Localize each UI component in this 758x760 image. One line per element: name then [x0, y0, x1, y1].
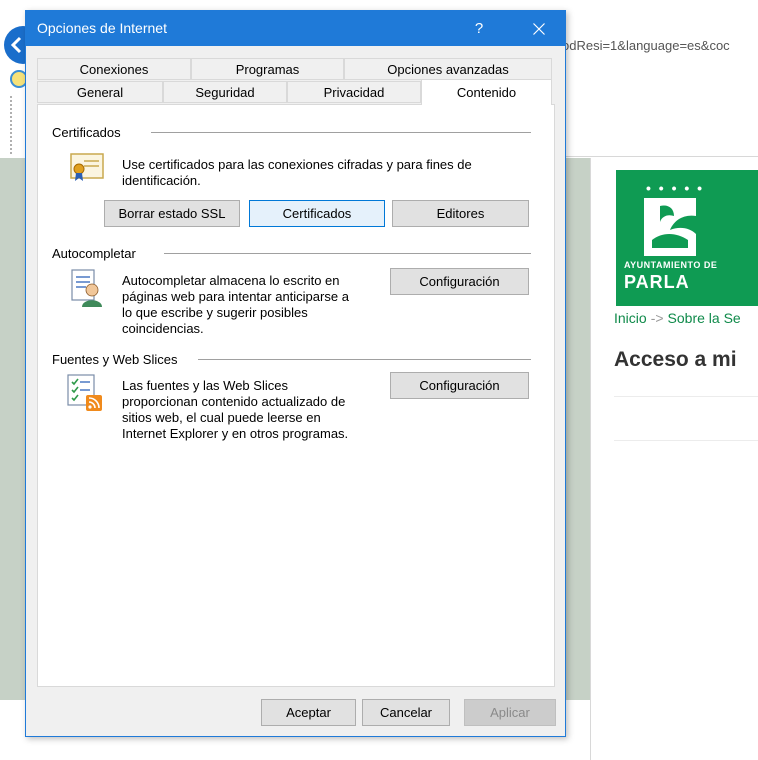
- toolbar-divider: [556, 156, 758, 157]
- close-icon: [533, 22, 545, 35]
- certificates-group-label: Certificados: [52, 125, 121, 140]
- tab-contenido[interactable]: Contenido: [421, 79, 552, 105]
- feeds-settings-button[interactable]: Configuración: [390, 372, 529, 399]
- certificates-button[interactable]: Certificados: [249, 200, 385, 227]
- autocomplete-user-icon: [71, 269, 102, 307]
- parla-logo[interactable]: • • • • • AYUNTAMIENTO DE PARLA: [616, 170, 758, 306]
- certificates-group-line: [151, 132, 531, 133]
- feeds-group-label: Fuentes y Web Slices: [52, 352, 178, 367]
- logo-name: PARLA: [624, 272, 690, 292]
- internet-options-dialog: Opciones de Internet ? Conexiones Progra…: [25, 10, 566, 737]
- tab-seguridad[interactable]: Seguridad: [163, 81, 287, 103]
- feeds-description: Las fuentes y las Web Slices proporciona…: [122, 378, 349, 441]
- tab-privacidad[interactable]: Privacidad: [287, 81, 421, 103]
- apply-button[interactable]: Aplicar: [464, 699, 556, 726]
- autocomplete-group-label: Autocompletar: [52, 246, 136, 261]
- content-divider: [614, 396, 758, 397]
- close-button[interactable]: [516, 11, 562, 46]
- page-heading: Acceso a mi: [614, 348, 737, 371]
- tab-opciones-avanzadas[interactable]: Opciones avanzadas: [344, 58, 552, 80]
- feeds-group-line: [198, 359, 531, 360]
- certificates-description: Use certificados para las conexiones cif…: [122, 157, 472, 188]
- tab-conexiones[interactable]: Conexiones: [37, 58, 191, 80]
- breadcrumb-home-link[interactable]: Inicio: [614, 310, 647, 326]
- certificate-icon: [70, 153, 104, 181]
- page-left-margin: [0, 158, 26, 700]
- tab-general[interactable]: General: [37, 81, 163, 103]
- clear-ssl-state-button[interactable]: Borrar estado SSL: [104, 200, 240, 227]
- feeds-rss-icon: [67, 374, 102, 411]
- autocomplete-settings-button[interactable]: Configuración: [390, 268, 529, 295]
- dialog-titlebar[interactable]: Opciones de Internet ?: [26, 11, 565, 46]
- page-side-strip: [562, 158, 590, 700]
- breadcrumb-section-link[interactable]: Sobre la Se: [668, 310, 741, 326]
- dialog-title: Opciones de Internet: [37, 20, 167, 36]
- logo-dots: • • • • •: [646, 180, 705, 196]
- ok-button[interactable]: Aceptar: [261, 699, 356, 726]
- address-bar-text[interactable]: odResi=1&language=es&coc: [562, 38, 758, 53]
- autocomplete-description: Autocompletar almacena lo escrito en pág…: [122, 273, 349, 336]
- publishers-button[interactable]: Editores: [392, 200, 529, 227]
- help-button[interactable]: ?: [466, 11, 492, 46]
- toolbar-grip: [10, 96, 12, 154]
- breadcrumb: Inicio -> Sobre la Se: [614, 310, 741, 326]
- cancel-button[interactable]: Cancelar: [362, 699, 450, 726]
- autocomplete-group-line: [164, 253, 531, 254]
- content-divider: [614, 440, 758, 441]
- tab-panel-contenido: Certificados Use certificados para las c…: [37, 104, 555, 687]
- logo-subtext: AYUNTAMIENTO DE: [624, 260, 718, 270]
- breadcrumb-separator: ->: [650, 310, 664, 326]
- page-divider: [590, 158, 591, 760]
- tab-programas[interactable]: Programas: [191, 58, 344, 80]
- logo-emblem-icon: [644, 198, 696, 256]
